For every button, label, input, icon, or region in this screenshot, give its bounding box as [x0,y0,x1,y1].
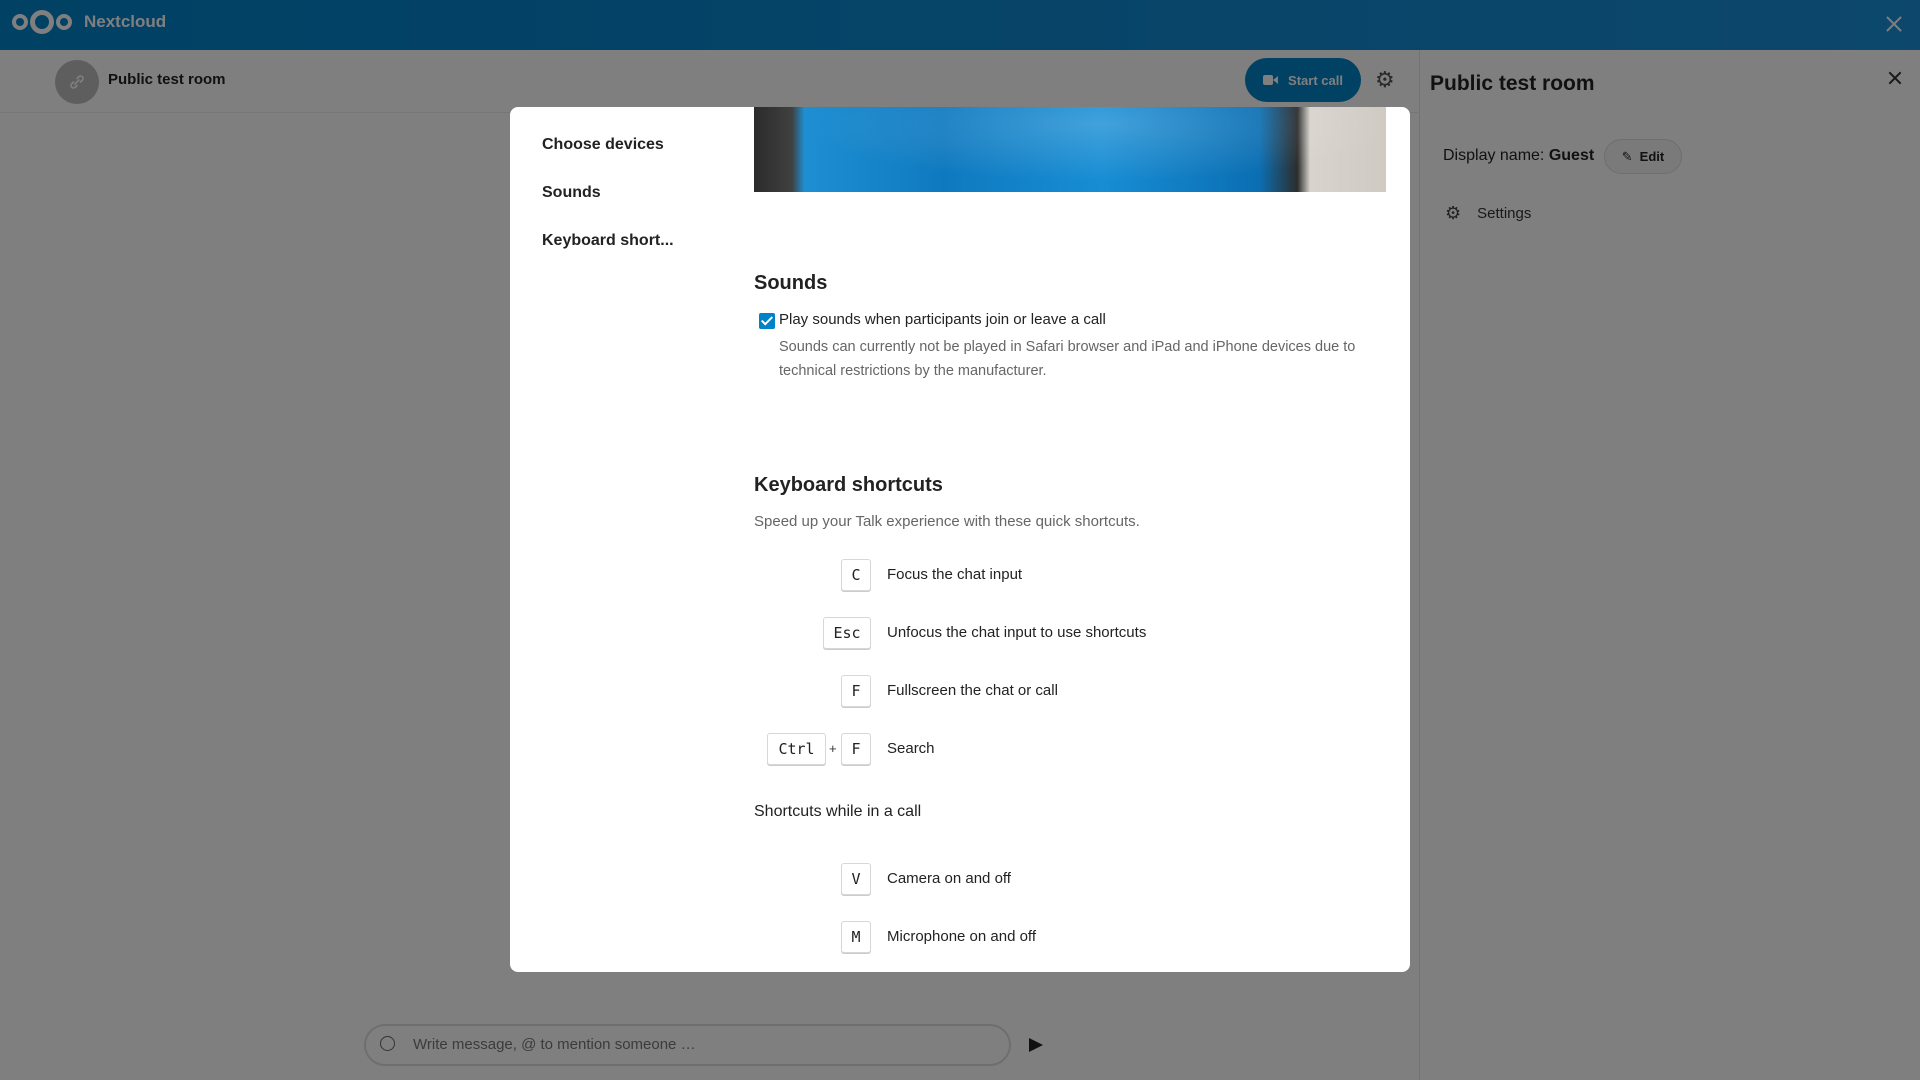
key-m: M [841,921,871,953]
key-esc: Esc [823,617,871,649]
shortcut-label: Microphone on and off [887,928,1036,945]
shortcut-label: Focus the chat input [887,566,1023,583]
nav-choose-devices[interactable]: Choose devices [542,136,664,154]
nav-sounds[interactable]: Sounds [542,184,601,202]
shortcut-label: Unfocus the chat input to use shortcuts [887,624,1147,641]
settings-modal: Choose devices Sounds Keyboard short... … [510,107,1410,972]
key-f: F [841,675,871,707]
shortcuts-description: Speed up your Talk experience with these… [754,513,1140,530]
play-sounds-label[interactable]: Play sounds when participants join or le… [779,311,1106,328]
key-c: C [841,559,871,591]
shortcut-label: Search [887,740,935,757]
shortcut-label: Camera on and off [887,870,1011,887]
sounds-hint: Sounds can currently not be played in Sa… [779,339,1356,379]
nav-keyboard-shortcuts[interactable]: Keyboard short... [542,232,674,250]
play-sounds-checkbox[interactable] [759,313,775,329]
shortcut-label: Fullscreen the chat or call [887,682,1058,699]
camera-preview [754,107,1386,192]
keyboard-shortcuts-heading: Keyboard shortcuts [754,474,943,496]
in-call-shortcuts-heading: Shortcuts while in a call [754,803,922,820]
key-plus: + [829,741,837,756]
key-f: F [841,733,871,765]
key-v: V [841,863,871,895]
key-ctrl: Ctrl [767,733,826,765]
sounds-heading: Sounds [754,272,828,294]
